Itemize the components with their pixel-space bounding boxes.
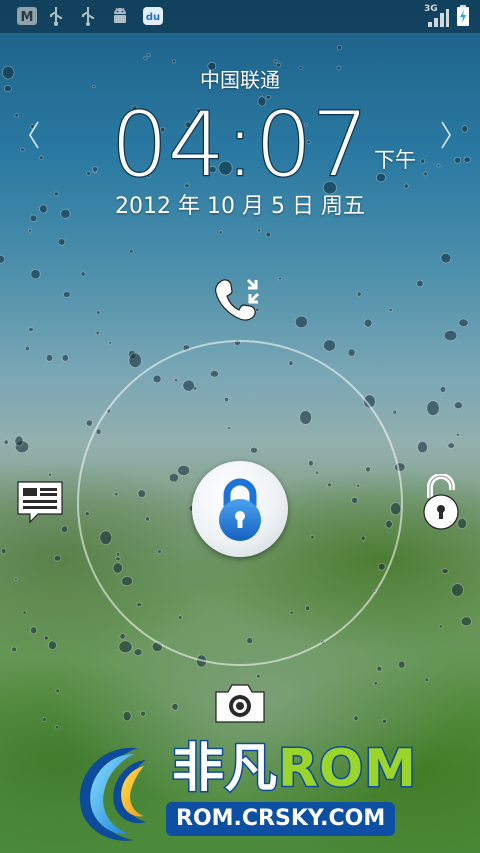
crsky-logo-icon: [79, 747, 146, 841]
chevron-left-icon[interactable]: [28, 120, 40, 150]
lock-handle-button[interactable]: [192, 461, 288, 557]
camera-icon[interactable]: [214, 682, 266, 724]
battery-charging-icon: [457, 5, 469, 26]
lock-icon: [219, 478, 261, 541]
brand-rom-text: ROM: [277, 739, 418, 800]
status-bar: M du 3G: [0, 0, 480, 33]
carrier-label: 中国联通: [200, 68, 280, 92]
usb-icon: [82, 7, 94, 26]
svg-text:du: du: [146, 12, 160, 23]
chevron-right-icon[interactable]: [440, 120, 452, 150]
crsky-brand-text: 非凡ROM: [170, 739, 418, 800]
clock-time-text: 04:07: [111, 96, 369, 186]
date-label: 2012 年 10 月 5 日 周五: [115, 194, 365, 219]
android-debug-icon: [114, 7, 126, 23]
crsky-watermark: 非凡ROM ROM.CRSKY.COM: [68, 739, 428, 850]
unlock-icon[interactable]: [418, 474, 464, 530]
du-app-icon: du: [143, 7, 163, 25]
ampm-label: 下午: [374, 148, 416, 172]
clock-time: 04:07: [110, 96, 371, 186]
signal-icon: [428, 9, 449, 27]
missed-call-icon[interactable]: [212, 276, 268, 322]
brand-cn-text: 非凡: [170, 739, 279, 800]
crsky-url-text: ROM.CRSKY.COM: [166, 802, 396, 836]
message-icon[interactable]: [16, 480, 66, 526]
app-m-icon: M: [17, 7, 37, 25]
svg-text:M: M: [21, 10, 34, 25]
usb-icon: [50, 7, 62, 26]
